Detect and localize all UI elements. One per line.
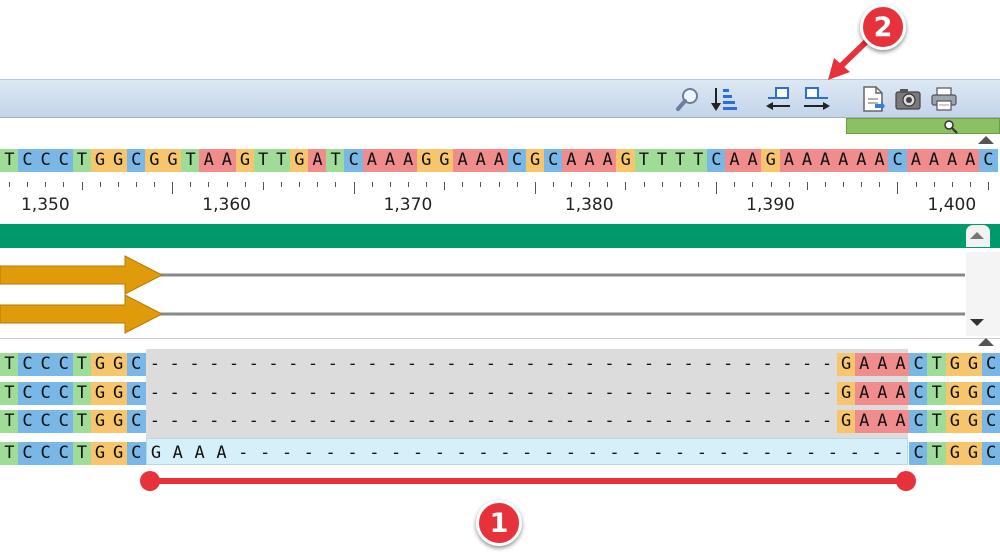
annotation-overlay xyxy=(140,37,916,491)
range-bracket-start xyxy=(140,471,160,491)
callout-marker-2: 2 xyxy=(860,4,906,50)
callout-marker-1: 1 xyxy=(476,500,522,546)
range-bracket-end xyxy=(896,471,916,491)
pointer-arrow-shaft xyxy=(837,37,871,70)
